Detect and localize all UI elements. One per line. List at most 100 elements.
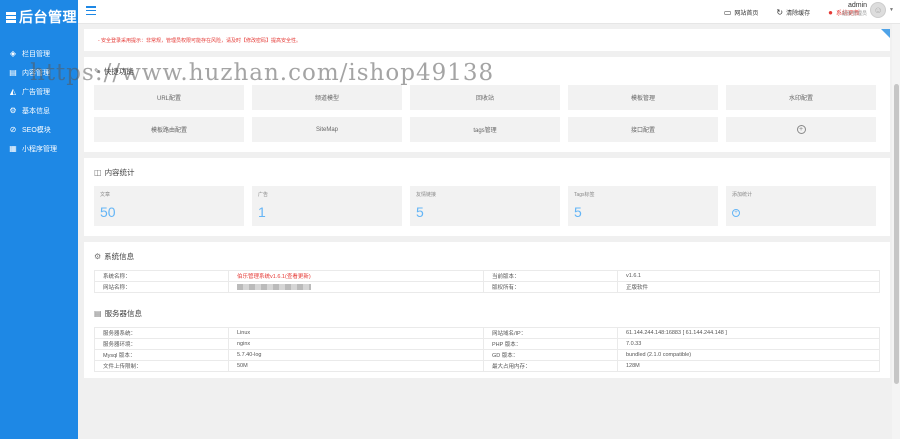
scrollbar-thumb[interactable]: [894, 84, 899, 384]
table-cell: 128M: [617, 360, 880, 372]
user-name: admin: [847, 2, 868, 9]
logo-icon: [6, 11, 16, 23]
monitor-icon: ▭: [723, 7, 732, 17]
sidebar-item-seo[interactable]: ⊘ SEO模块: [0, 120, 78, 139]
table-cell: 系统名称：: [94, 270, 229, 282]
table-cell: 文件上传限制：: [94, 360, 229, 372]
table-cell: 61.144.244.148:16883 [ 61.144.244.148 ]: [617, 327, 880, 339]
chevron-down-icon[interactable]: ▼: [889, 7, 894, 13]
table-row: 文件上传限制： 50M 最大占用内存： 128M: [94, 360, 880, 372]
system-info-table: 系统名称： 伯乐管理系统v1.6.1(查看更新) 当前版本： v1.6.1 网站…: [94, 270, 880, 293]
avatar[interactable]: ☺: [870, 2, 887, 18]
main-content: - 安全登录采用提示：非常规，管理员权限可能存在风险，请及时【修改密码】提高安全…: [78, 24, 890, 439]
stats-panel: ◫ 内容统计 文章 50 广告 1 友情链接 5 Tags标签 5 添加统计 +: [84, 158, 890, 236]
stat-card-links[interactable]: 友情链接 5: [410, 186, 560, 226]
plus-icon: +: [732, 209, 740, 217]
user-role: 超级管理员: [842, 11, 868, 17]
table-cell: bundled (2.1.0 compatible): [617, 349, 880, 361]
table-row: 网站名称： 版权所有： 正版软件: [94, 281, 880, 293]
clear-cache-label: 清除缓存: [786, 10, 811, 17]
table-row: Mysql 版本： 5.7.40-log GD 版本： bundled (2.1…: [94, 349, 880, 361]
quick-btn-tags[interactable]: tags管理: [410, 117, 560, 142]
quick-btn-url-config[interactable]: URL配置: [94, 85, 244, 110]
table-cell: 版权所有：: [483, 281, 618, 293]
sidebar-item-miniprogram[interactable]: ▦ 小程序管理: [0, 139, 78, 158]
table-cell: 5.7.40-log: [228, 349, 484, 361]
user-info: admin 超级管理员: [842, 2, 867, 18]
grid-icon: ▦: [9, 144, 17, 153]
gear-icon: ⚙: [9, 106, 17, 115]
sidebar-item-label: 栏目管理: [22, 50, 50, 58]
clear-cache-button[interactable]: ↻ 清除缓存: [776, 8, 810, 17]
sidebar-item-label: 小程序管理: [22, 145, 57, 153]
stat-card-add[interactable]: 添加统计 +: [726, 186, 876, 226]
sidebar: 后台管理 ◈ 栏目管理 ▤ 内容管理 ◭ 广告管理 ⚙ 基本信息 ⊘ SEO模块…: [0, 0, 78, 439]
sidebar-item-content[interactable]: ▤ 内容管理: [0, 63, 78, 82]
site-home-label: 网站首页: [734, 10, 759, 17]
sidebar-item-label: SEO模块: [22, 126, 51, 134]
document-icon: ▤: [9, 68, 17, 77]
table-cell: GD 版本：: [483, 349, 618, 361]
quick-btn-api-config[interactable]: 接口配置: [568, 117, 718, 142]
quick-btn-template-manage[interactable]: 模板管理: [568, 85, 718, 110]
table-cell: 服务器系统：: [94, 327, 229, 339]
sidebar-item-columns[interactable]: ◈ 栏目管理: [0, 44, 78, 63]
gear-icon: ⚙: [94, 251, 102, 261]
security-notice: - 安全登录采用提示：非常规，管理员权限可能存在风险，请及时【修改密码】提高安全…: [84, 29, 890, 51]
redacted-text: [237, 283, 311, 290]
system-panel-header: ⚙ 系统信息: [94, 242, 880, 270]
stat-label: 添加统计: [732, 192, 753, 198]
table-cell: 7.0.33: [617, 338, 880, 350]
sidebar-item-label: 基本信息: [22, 107, 50, 115]
quick-btn-watermark[interactable]: 水印配置: [726, 85, 876, 110]
server-info-table: 服务器系统： Linux 网站域名/IP： 61.144.244.148:168…: [94, 327, 880, 372]
stat-card-tags[interactable]: Tags标签 5: [568, 186, 718, 226]
quick-grid: URL配置 频道模型 回收站 模板管理 水印配置 模板路由配置 SiteMap …: [94, 85, 880, 152]
stat-value: 5: [416, 204, 424, 220]
stat-label: Tags标签: [574, 192, 595, 198]
table-cell: 50M: [228, 360, 484, 372]
user-icon: ☺: [873, 5, 883, 15]
quick-panel: ✎ 快捷功能 URL配置 频道模型 回收站 模板管理 水印配置 模板路由配置 S…: [84, 57, 890, 152]
table-cell: 当前版本：: [483, 270, 618, 282]
system-name-link[interactable]: 伯乐管理系统v1.6.1(查看更新): [228, 270, 484, 282]
stat-value: 50: [100, 204, 116, 220]
table-row: 服务器系统： Linux 网站域名/IP： 61.144.244.148:168…: [94, 327, 880, 339]
quick-btn-sitemap[interactable]: SiteMap: [252, 117, 402, 142]
menu-toggle-icon[interactable]: [86, 6, 96, 15]
stats-panel-header: ◫ 内容统计: [94, 158, 880, 186]
alert-icon: ●: [828, 7, 833, 17]
topbar: ▭ 网站首页 ↻ 清除缓存 ● 系统更新 admin 超级管理员 ☺ ▼: [78, 0, 900, 24]
refresh-icon: ↻: [776, 7, 784, 17]
stat-label: 文章: [100, 192, 111, 198]
table-cell: v1.6.1: [617, 270, 880, 282]
table-cell: PHP 版本：: [483, 338, 618, 350]
site-name-cell: [228, 281, 484, 293]
quick-btn-recycle-bin[interactable]: 回收站: [410, 85, 560, 110]
table-cell: 网站名称：: [94, 281, 229, 293]
quick-panel-title: 快捷功能: [103, 66, 134, 76]
stats-panel-title: 内容统计: [104, 167, 135, 177]
quick-btn-channel-model[interactable]: 频道模型: [252, 85, 402, 110]
scrollbar-track[interactable]: [892, 24, 900, 439]
stat-card-ads[interactable]: 广告 1: [252, 186, 402, 226]
info-panel: ⚙ 系统信息 系统名称： 伯乐管理系统v1.6.1(查看更新) 当前版本： v1…: [84, 242, 890, 378]
stat-value: 1: [258, 204, 266, 220]
server-panel-header: ▤ 服务器信息: [94, 299, 880, 327]
user-menu[interactable]: admin 超级管理员 ☺ ▼: [842, 2, 894, 18]
stat-card-articles[interactable]: 文章 50: [94, 186, 244, 226]
quick-btn-template-route[interactable]: 模板路由配置: [94, 117, 244, 142]
table-cell: nginx: [228, 338, 484, 350]
sidebar-item-label: 内容管理: [22, 69, 50, 77]
app-logo[interactable]: 后台管理: [0, 0, 78, 34]
table-cell: Linux: [228, 327, 484, 339]
site-home-link[interactable]: ▭ 网站首页: [724, 8, 759, 17]
quick-btn-add[interactable]: +: [726, 117, 876, 142]
table-row: 服务器环境： nginx PHP 版本： 7.0.33: [94, 338, 880, 350]
plus-icon: +: [796, 125, 806, 134]
system-panel-title: 系统信息: [104, 251, 135, 261]
sidebar-item-ads[interactable]: ◭ 广告管理: [0, 82, 78, 101]
stat-label: 友情链接: [416, 192, 437, 198]
sidebar-item-basic-info[interactable]: ⚙ 基本信息: [0, 101, 78, 120]
table-row: 系统名称： 伯乐管理系统v1.6.1(查看更新) 当前版本： v1.6.1: [94, 270, 880, 282]
